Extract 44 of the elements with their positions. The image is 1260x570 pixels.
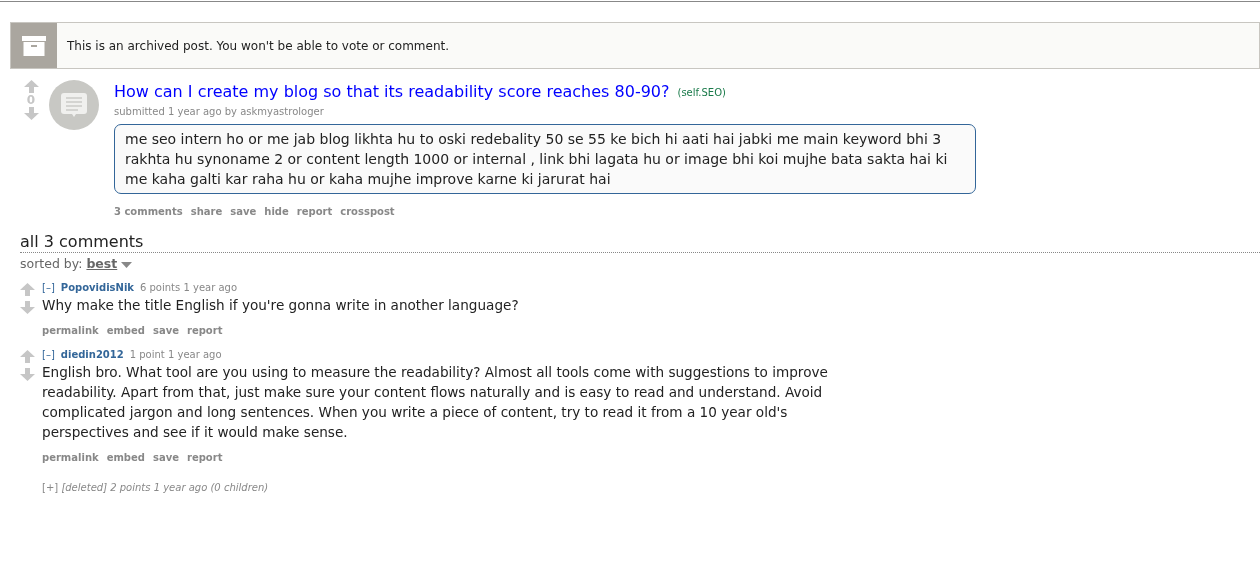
collapsed-comment-meta: [deleted] 2 points 1 year ago (0 children) <box>61 481 269 493</box>
comment-body: English bro. What tool are you using to measure the readability? Almost all tools come with suggestions to improve readability. Apart from that, just make sure your content flows naturally and is easy to read and understand. Avoid complicated jargon and long sentences. When you write a piece of content, try to read it from a 10 year old's perspectives and see if it would make sense. <box>42 362 829 442</box>
comment-action-link[interactable]: report <box>187 451 223 463</box>
submission-info: submitted 1 year ago by <box>114 106 237 117</box>
comment-meta: 1 point 1 year ago <box>129 348 222 360</box>
sort-dropdown[interactable]: best <box>86 256 118 271</box>
upvote-icon[interactable] <box>20 282 35 296</box>
domain-link[interactable]: (self.SEO) <box>677 86 726 98</box>
comment-action-link[interactable]: save <box>153 451 179 463</box>
comment-action-link[interactable]: embed <box>106 324 145 336</box>
post-action-link[interactable]: crosspost <box>340 206 395 217</box>
comment-action-link[interactable]: report <box>187 324 223 336</box>
upvote-icon[interactable] <box>23 80 39 93</box>
post-action-link[interactable]: report <box>296 206 333 217</box>
post-action-link[interactable]: share <box>190 206 223 217</box>
comment-meta: 6 points 1 year ago <box>140 281 238 293</box>
post-action-link[interactable]: save <box>230 206 257 217</box>
post-title-link[interactable]: How can I create my blog so that its readability score reaches 80-90? <box>114 80 670 104</box>
post-body: me seo intern ho or me jab blog likhta hu to oski redebality 50 se 55 ke bich hi aati hai jabki me main keyword bhi 3 rakhta hu synoname 2 or content length 1000 or internal , link bhi lagata hu or image bhi koi mujhe bata sakta hai ki me kaha galti kar raha hu or kaha mujhe improve karne ki jarurat hai <box>114 124 976 194</box>
author-link[interactable]: askmyastrologer <box>240 106 324 117</box>
comment-action-link[interactable]: save <box>153 324 179 336</box>
text-post-icon <box>61 93 87 117</box>
self-post-thumbnail[interactable] <box>49 80 99 130</box>
archived-notice: This is an archived post. You won't be able to vote or comment. <box>66 37 450 55</box>
collapse-toggle[interactable]: [–] <box>42 281 55 293</box>
downvote-icon[interactable] <box>20 367 35 381</box>
sort-label: sorted by: <box>20 256 83 271</box>
caret-icon[interactable] <box>121 261 133 268</box>
collapse-toggle[interactable]: [–] <box>42 348 55 360</box>
post-action-link[interactable]: hide <box>264 206 289 217</box>
downvote-icon[interactable] <box>20 300 35 314</box>
comment-action-link[interactable]: permalink <box>42 324 99 336</box>
archive-icon <box>22 35 46 56</box>
comment-body: Why make the title English if you're gonna write in another language? <box>42 295 520 315</box>
comment-action-link[interactable]: embed <box>106 451 145 463</box>
comment-author-link[interactable]: diedin2012 <box>60 348 124 360</box>
post-action-link[interactable]: 3 comments <box>114 206 183 217</box>
comment-author-link[interactable]: PopovidisNik <box>60 281 134 293</box>
downvote-icon[interactable] <box>23 107 39 120</box>
vote-score: 0 <box>26 93 36 107</box>
expand-toggle[interactable]: [+] <box>42 481 59 493</box>
comment-action-link[interactable]: permalink <box>42 451 99 463</box>
upvote-icon[interactable] <box>20 349 35 363</box>
comments-heading: all 3 comments <box>20 232 144 251</box>
